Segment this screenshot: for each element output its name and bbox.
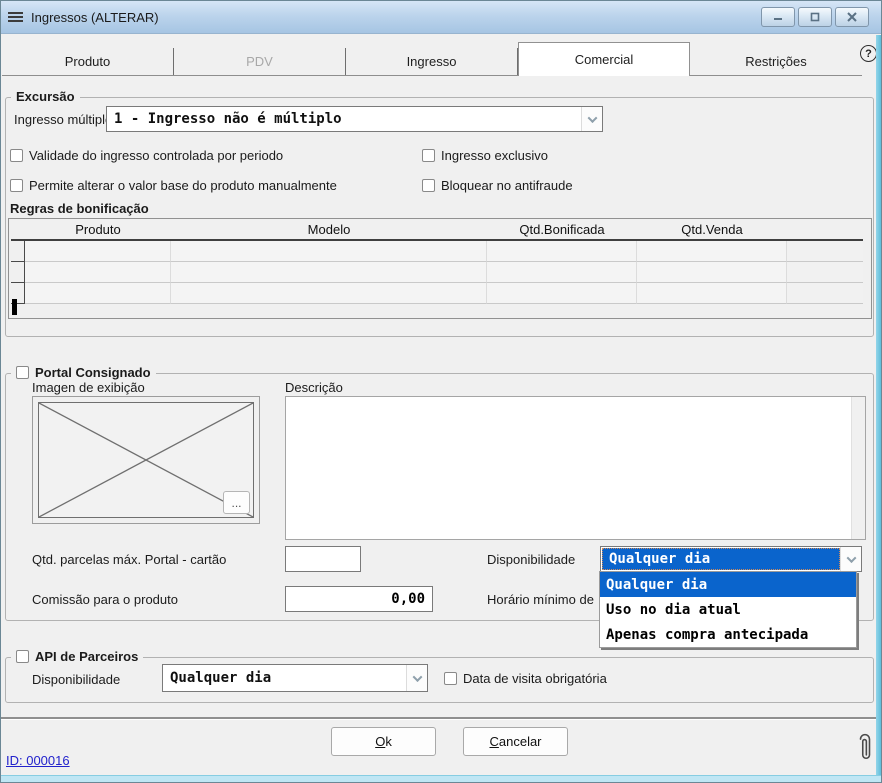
minimize-button[interactable] xyxy=(761,7,795,27)
window-bottom-border xyxy=(1,775,881,782)
table-cell[interactable] xyxy=(637,283,787,304)
parcelas-input[interactable] xyxy=(285,546,361,572)
api-parceiros-title: API de Parceiros xyxy=(35,649,138,664)
table-corner-cell xyxy=(11,220,25,241)
checkbox-data-visita[interactable] xyxy=(444,672,457,685)
disponibilidade-label: Disponibilidade xyxy=(487,552,575,567)
table-cell[interactable] xyxy=(487,241,637,262)
maximize-button[interactable] xyxy=(798,7,832,27)
close-icon xyxy=(846,12,858,22)
table-cell[interactable] xyxy=(487,283,637,304)
close-button[interactable] xyxy=(835,7,869,27)
tab-bar: Produto PDV Ingresso Comercial Restriçõe… xyxy=(2,42,862,76)
footer-divider xyxy=(1,717,877,720)
table-header-cell xyxy=(787,220,863,241)
bonificacao-table: Produto Modelo Qtd.Bonificada Qtd.Venda xyxy=(8,218,872,319)
api-disponibilidade-label: Disponibilidade xyxy=(32,672,120,687)
paperclip-icon[interactable] xyxy=(856,725,874,774)
checkbox-validade-periodo[interactable] xyxy=(10,149,23,162)
menu-icon[interactable] xyxy=(8,10,23,24)
chevron-down-icon xyxy=(846,553,856,563)
comissao-label: Comissão para o produto xyxy=(32,592,178,607)
ingresso-multiplo-label: Ingresso múltiplo xyxy=(14,112,112,127)
table-cell[interactable] xyxy=(637,241,787,262)
disponibilidade-value: Qualquer dia xyxy=(602,548,840,570)
scrollbar[interactable] xyxy=(851,397,865,539)
ok-button[interactable]: Ok xyxy=(331,727,436,756)
checkbox-label: Bloquear no antifraude xyxy=(441,178,573,193)
chevron-down-icon xyxy=(587,113,597,123)
disponibilidade-select[interactable]: Qualquer dia xyxy=(600,546,862,572)
dialog-window: Ingressos (ALTERAR) Produto PDV Ingresso… xyxy=(0,0,882,783)
checkbox-label: Permite alterar o valor base do produto … xyxy=(29,178,337,193)
table-cell[interactable] xyxy=(487,262,637,283)
table-cell[interactable] xyxy=(171,241,487,262)
titlebar: Ingressos (ALTERAR) xyxy=(1,1,881,34)
browse-button[interactable]: ... xyxy=(223,491,250,514)
tab-restricoes[interactable]: Restrições xyxy=(690,48,862,75)
table-cell[interactable] xyxy=(637,262,787,283)
excursao-title: Excursão xyxy=(11,89,80,104)
minimize-icon xyxy=(772,12,784,22)
portal-consignado-title: Portal Consignado xyxy=(35,365,151,380)
table-cell[interactable] xyxy=(787,283,863,304)
table-cell[interactable] xyxy=(171,283,487,304)
parcelas-label: Qtd. parcelas máx. Portal - cartão xyxy=(32,552,226,567)
portal-consignado-checkbox[interactable] xyxy=(16,366,29,379)
row-selector-cell[interactable] xyxy=(11,262,25,283)
checkbox-bloquear-antifraude[interactable] xyxy=(422,179,435,192)
table-cell[interactable] xyxy=(25,262,171,283)
group-excursao: Excursão Ingresso múltiplo 1 - Ingresso … xyxy=(5,97,874,337)
dropdown-list: Qualquer dia Uso no dia atual Apenas com… xyxy=(599,571,857,648)
table-cell[interactable] xyxy=(171,262,487,283)
regras-title: Regras de bonificação xyxy=(10,201,149,216)
table-header-cell: Qtd.Bonificada xyxy=(487,220,637,241)
tab-ingresso[interactable]: Ingresso xyxy=(346,48,518,75)
checkbox-label: Validade do ingresso controlada por peri… xyxy=(29,148,283,163)
row-selector-cell[interactable] xyxy=(11,241,25,262)
dropdown-option[interactable]: Uso no dia atual xyxy=(600,597,856,622)
help-icon[interactable]: ? xyxy=(860,45,877,62)
ingresso-multiplo-select[interactable]: 1 - Ingresso não é múltiplo xyxy=(106,106,603,132)
maximize-icon xyxy=(809,12,821,22)
table-cell[interactable] xyxy=(25,241,171,262)
group-api-parceiros: API de Parceiros Disponibilidade Qualque… xyxy=(5,657,874,703)
api-parceiros-checkbox[interactable] xyxy=(16,650,29,663)
descricao-label: Descrição xyxy=(285,380,343,395)
id-link[interactable]: ID: 000016 xyxy=(6,753,70,768)
tab-pdv[interactable]: PDV xyxy=(174,48,346,75)
descricao-textarea[interactable] xyxy=(285,396,866,540)
window-controls xyxy=(761,7,869,27)
table-header-cell: Produto xyxy=(25,220,171,241)
table-header-cell: Qtd.Venda xyxy=(637,220,787,241)
image-placeholder: ... xyxy=(32,396,260,524)
checkbox-label: Ingresso exclusivo xyxy=(441,148,548,163)
chevron-down-icon xyxy=(412,672,422,682)
horario-label: Horário mínimo de xyxy=(487,592,594,607)
window-title: Ingressos (ALTERAR) xyxy=(31,10,159,25)
checkbox-ingresso-exclusivo[interactable] xyxy=(422,149,435,162)
checkbox-permite-alterar-valor[interactable] xyxy=(10,179,23,192)
image-cross-icon xyxy=(39,403,253,517)
imagem-label: Imagen de exibição xyxy=(32,380,145,395)
table-cell[interactable] xyxy=(787,262,863,283)
dropdown-option[interactable]: Apenas compra antecipada xyxy=(600,622,856,647)
tab-comercial[interactable]: Comercial xyxy=(518,42,690,76)
tab-produto[interactable]: Produto xyxy=(2,48,174,75)
api-disponibilidade-select[interactable]: Qualquer dia xyxy=(162,664,428,692)
window-right-border xyxy=(876,35,881,782)
cursor-caret xyxy=(12,299,17,315)
cancel-button[interactable]: Cancelar xyxy=(463,727,568,756)
ingresso-multiplo-value: 1 - Ingresso não é múltiplo xyxy=(107,107,581,131)
table-cell[interactable] xyxy=(25,283,171,304)
table-cell[interactable] xyxy=(787,241,863,262)
comissao-input[interactable]: 0,00 xyxy=(285,586,433,612)
dropdown-option[interactable]: Qualquer dia xyxy=(600,572,856,597)
api-disponibilidade-value: Qualquer dia xyxy=(163,665,406,691)
data-visita-label: Data de visita obrigatória xyxy=(463,671,607,686)
table-header-cell: Modelo xyxy=(171,220,487,241)
